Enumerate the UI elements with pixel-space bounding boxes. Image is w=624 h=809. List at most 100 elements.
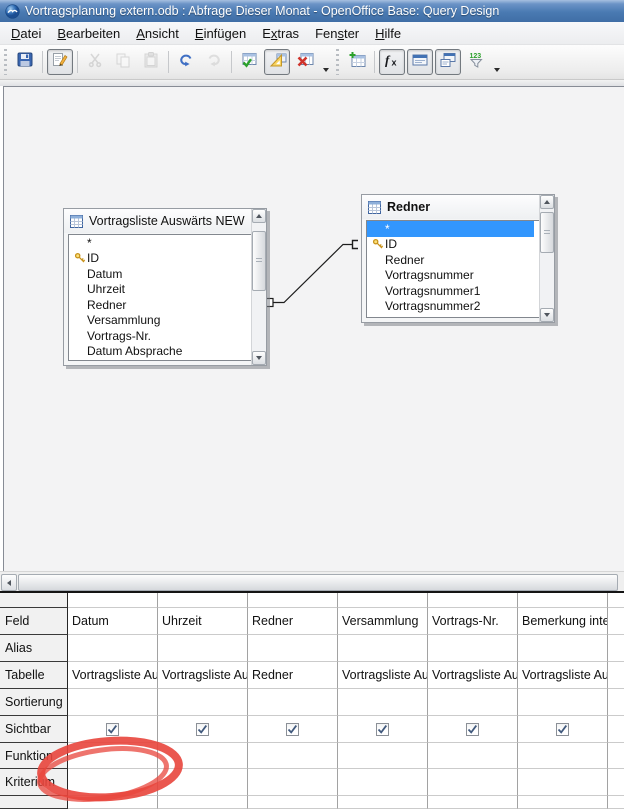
field-row-datum[interactable]: Datum (69, 266, 246, 282)
vertical-scrollbar[interactable] (539, 195, 554, 322)
clear-query-button[interactable] (292, 49, 318, 75)
menu-item-bearbeiten[interactable]: Bearbeiten (49, 24, 128, 43)
sichtbar-checkbox[interactable] (376, 723, 389, 736)
sichtbar-checkbox[interactable] (556, 723, 569, 736)
grid-cell-sichtbar[interactable] (248, 716, 338, 743)
grid-cell-funktion[interactable] (428, 743, 518, 769)
field-row-id[interactable]: ID (367, 237, 534, 253)
scroll-left-button[interactable] (1, 574, 17, 591)
horizontal-scrollbar[interactable] (0, 571, 624, 591)
grid-cell-funktion[interactable] (518, 743, 608, 769)
grid-cell-funktion[interactable] (158, 743, 248, 769)
table-window-redner[interactable]: Redner*IDRednerVortragsnummerVortragsnum… (361, 194, 555, 323)
grid-cell-kriterium[interactable] (518, 769, 608, 796)
menu-item-fenster[interactable]: Fenster (307, 24, 367, 43)
field-row-vortragsnummer1[interactable]: Vortragsnummer1 (367, 283, 534, 299)
grid-cell-feld[interactable]: Redner (248, 608, 338, 635)
grid-cell-alias[interactable] (158, 635, 248, 662)
menu-item-einfuegen[interactable]: Einfügen (187, 24, 254, 43)
run-query-button[interactable] (236, 49, 262, 75)
menu-item-datei[interactable]: Datei (3, 24, 49, 43)
field-row-[interactable]: * (367, 221, 534, 237)
grid-cell-sichtbar[interactable] (518, 716, 608, 743)
grid-cell-feld[interactable]: Bemerkung inter (518, 608, 608, 635)
toolbar-grip[interactable] (334, 49, 341, 75)
grid-cell-funktion[interactable] (338, 743, 428, 769)
add-table-button[interactable] (344, 49, 370, 75)
grid-cell-feld[interactable]: Vortrags-Nr. (428, 608, 518, 635)
query-design-canvas[interactable]: Vortragsliste Auswärts NEW*IDDatumUhrzei… (3, 86, 624, 571)
field-row-vortragsnummer3[interactable]: Vortragsnummer3 (367, 314, 534, 317)
field-row-redner[interactable]: Redner (69, 297, 246, 313)
field-row-datumabsprache[interactable]: Datum Absprache (69, 344, 246, 360)
scroll-down-button[interactable] (252, 351, 266, 365)
scrollbar-thumb[interactable] (252, 231, 266, 291)
grid-cell-funktion[interactable] (248, 743, 338, 769)
menu-item-extras[interactable]: Extras (254, 24, 307, 43)
app-icon[interactable] (5, 4, 20, 19)
grid-cell-feld[interactable]: Datum (68, 608, 158, 635)
grid-cell-alias[interactable] (248, 635, 338, 662)
field-row-[interactable]: * (69, 235, 246, 251)
sichtbar-checkbox[interactable] (286, 723, 299, 736)
grid-cell-kriterium[interactable] (248, 769, 338, 796)
edit-mode-button[interactable] (47, 49, 73, 75)
field-row-uhrzeit[interactable]: Uhrzeit (69, 282, 246, 298)
grid-cell-sichtbar[interactable] (428, 716, 518, 743)
horizontal-scrollbar-thumb[interactable] (18, 574, 618, 591)
distinct-values-button[interactable]: 123 (463, 49, 489, 75)
grid-cell-kriterium[interactable] (338, 769, 428, 796)
field-row-redner[interactable]: Redner (367, 252, 534, 268)
scrollbar-thumb[interactable] (540, 212, 554, 253)
field-row-vortragsnr[interactable]: Vortrags-Nr. (69, 328, 246, 344)
grid-cell-tabelle[interactable]: Vortragsliste Auswärts NEW (518, 662, 608, 689)
grid-cell-sortierung[interactable] (338, 689, 428, 716)
grid-cell-sortierung[interactable] (158, 689, 248, 716)
field-row-vortragsnummer2[interactable]: Vortragsnummer2 (367, 299, 534, 315)
save-button[interactable] (12, 49, 38, 75)
undo-button[interactable] (173, 49, 199, 75)
menu-item-hilfe[interactable]: Hilfe (367, 24, 409, 43)
toolbar-overflow-button[interactable] (490, 49, 503, 75)
grid-cell-alias[interactable] (428, 635, 518, 662)
grid-cell-tabelle[interactable]: Vortragsliste Auswärts NEW (428, 662, 518, 689)
grid-cell-feld[interactable]: Versammlung (338, 608, 428, 635)
design-view-button[interactable] (264, 49, 290, 75)
table-window-titlebar[interactable]: Vortragsliste Auswärts NEW (64, 209, 266, 233)
table-window-vortragsliste[interactable]: Vortragsliste Auswärts NEW *IDDatumUhrzei… (63, 208, 267, 366)
sichtbar-checkbox[interactable] (106, 723, 119, 736)
grid-cell-tabelle[interactable]: Vortragsliste Auswärts NEW (68, 662, 158, 689)
menu-item-ansicht[interactable]: Ansicht (128, 24, 187, 43)
scroll-down-button[interactable] (540, 308, 554, 322)
grid-cell-sortierung[interactable] (428, 689, 518, 716)
grid-cell-sortierung[interactable] (248, 689, 338, 716)
grid-cell-kriterium[interactable] (428, 769, 518, 796)
grid-cell-sortierung[interactable] (518, 689, 608, 716)
sichtbar-checkbox[interactable] (196, 723, 209, 736)
grid-cell-sichtbar[interactable] (68, 716, 158, 743)
field-row-versammlung[interactable]: Versammlung (69, 313, 246, 329)
grid-cell-kriterium[interactable] (68, 769, 158, 796)
alias-button[interactable] (435, 49, 461, 75)
grid-cell-funktion[interactable] (68, 743, 158, 769)
grid-cell-sichtbar[interactable] (338, 716, 428, 743)
table-window-titlebar[interactable]: Redner (362, 195, 554, 219)
functions-button[interactable]: fx (379, 49, 405, 75)
grid-cell-kriterium[interactable] (158, 769, 248, 796)
grid-cell-sortierung[interactable] (68, 689, 158, 716)
grid-cell-tabelle[interactable]: Vortragsliste Auswärts NEW (338, 662, 428, 689)
grid-cell-sichtbar[interactable] (158, 716, 248, 743)
grid-cell-tabelle[interactable]: Vortragsliste Auswärts NEW (158, 662, 248, 689)
scroll-up-button[interactable] (540, 195, 554, 209)
grid-cell-feld[interactable]: Uhrzeit (158, 608, 248, 635)
vertical-scrollbar[interactable] (251, 209, 266, 365)
grid-cell-alias[interactable] (68, 635, 158, 662)
toolbar-grip[interactable] (2, 49, 9, 75)
grid-cell-alias[interactable] (338, 635, 428, 662)
sichtbar-checkbox[interactable] (466, 723, 479, 736)
field-row-vortragsnummer[interactable]: Vortragsnummer (367, 268, 534, 284)
table-name-button[interactable] (407, 49, 433, 75)
grid-cell-tabelle[interactable]: Redner (248, 662, 338, 689)
field-row-id[interactable]: ID (69, 251, 246, 267)
toolbar-overflow-button[interactable] (319, 49, 332, 75)
